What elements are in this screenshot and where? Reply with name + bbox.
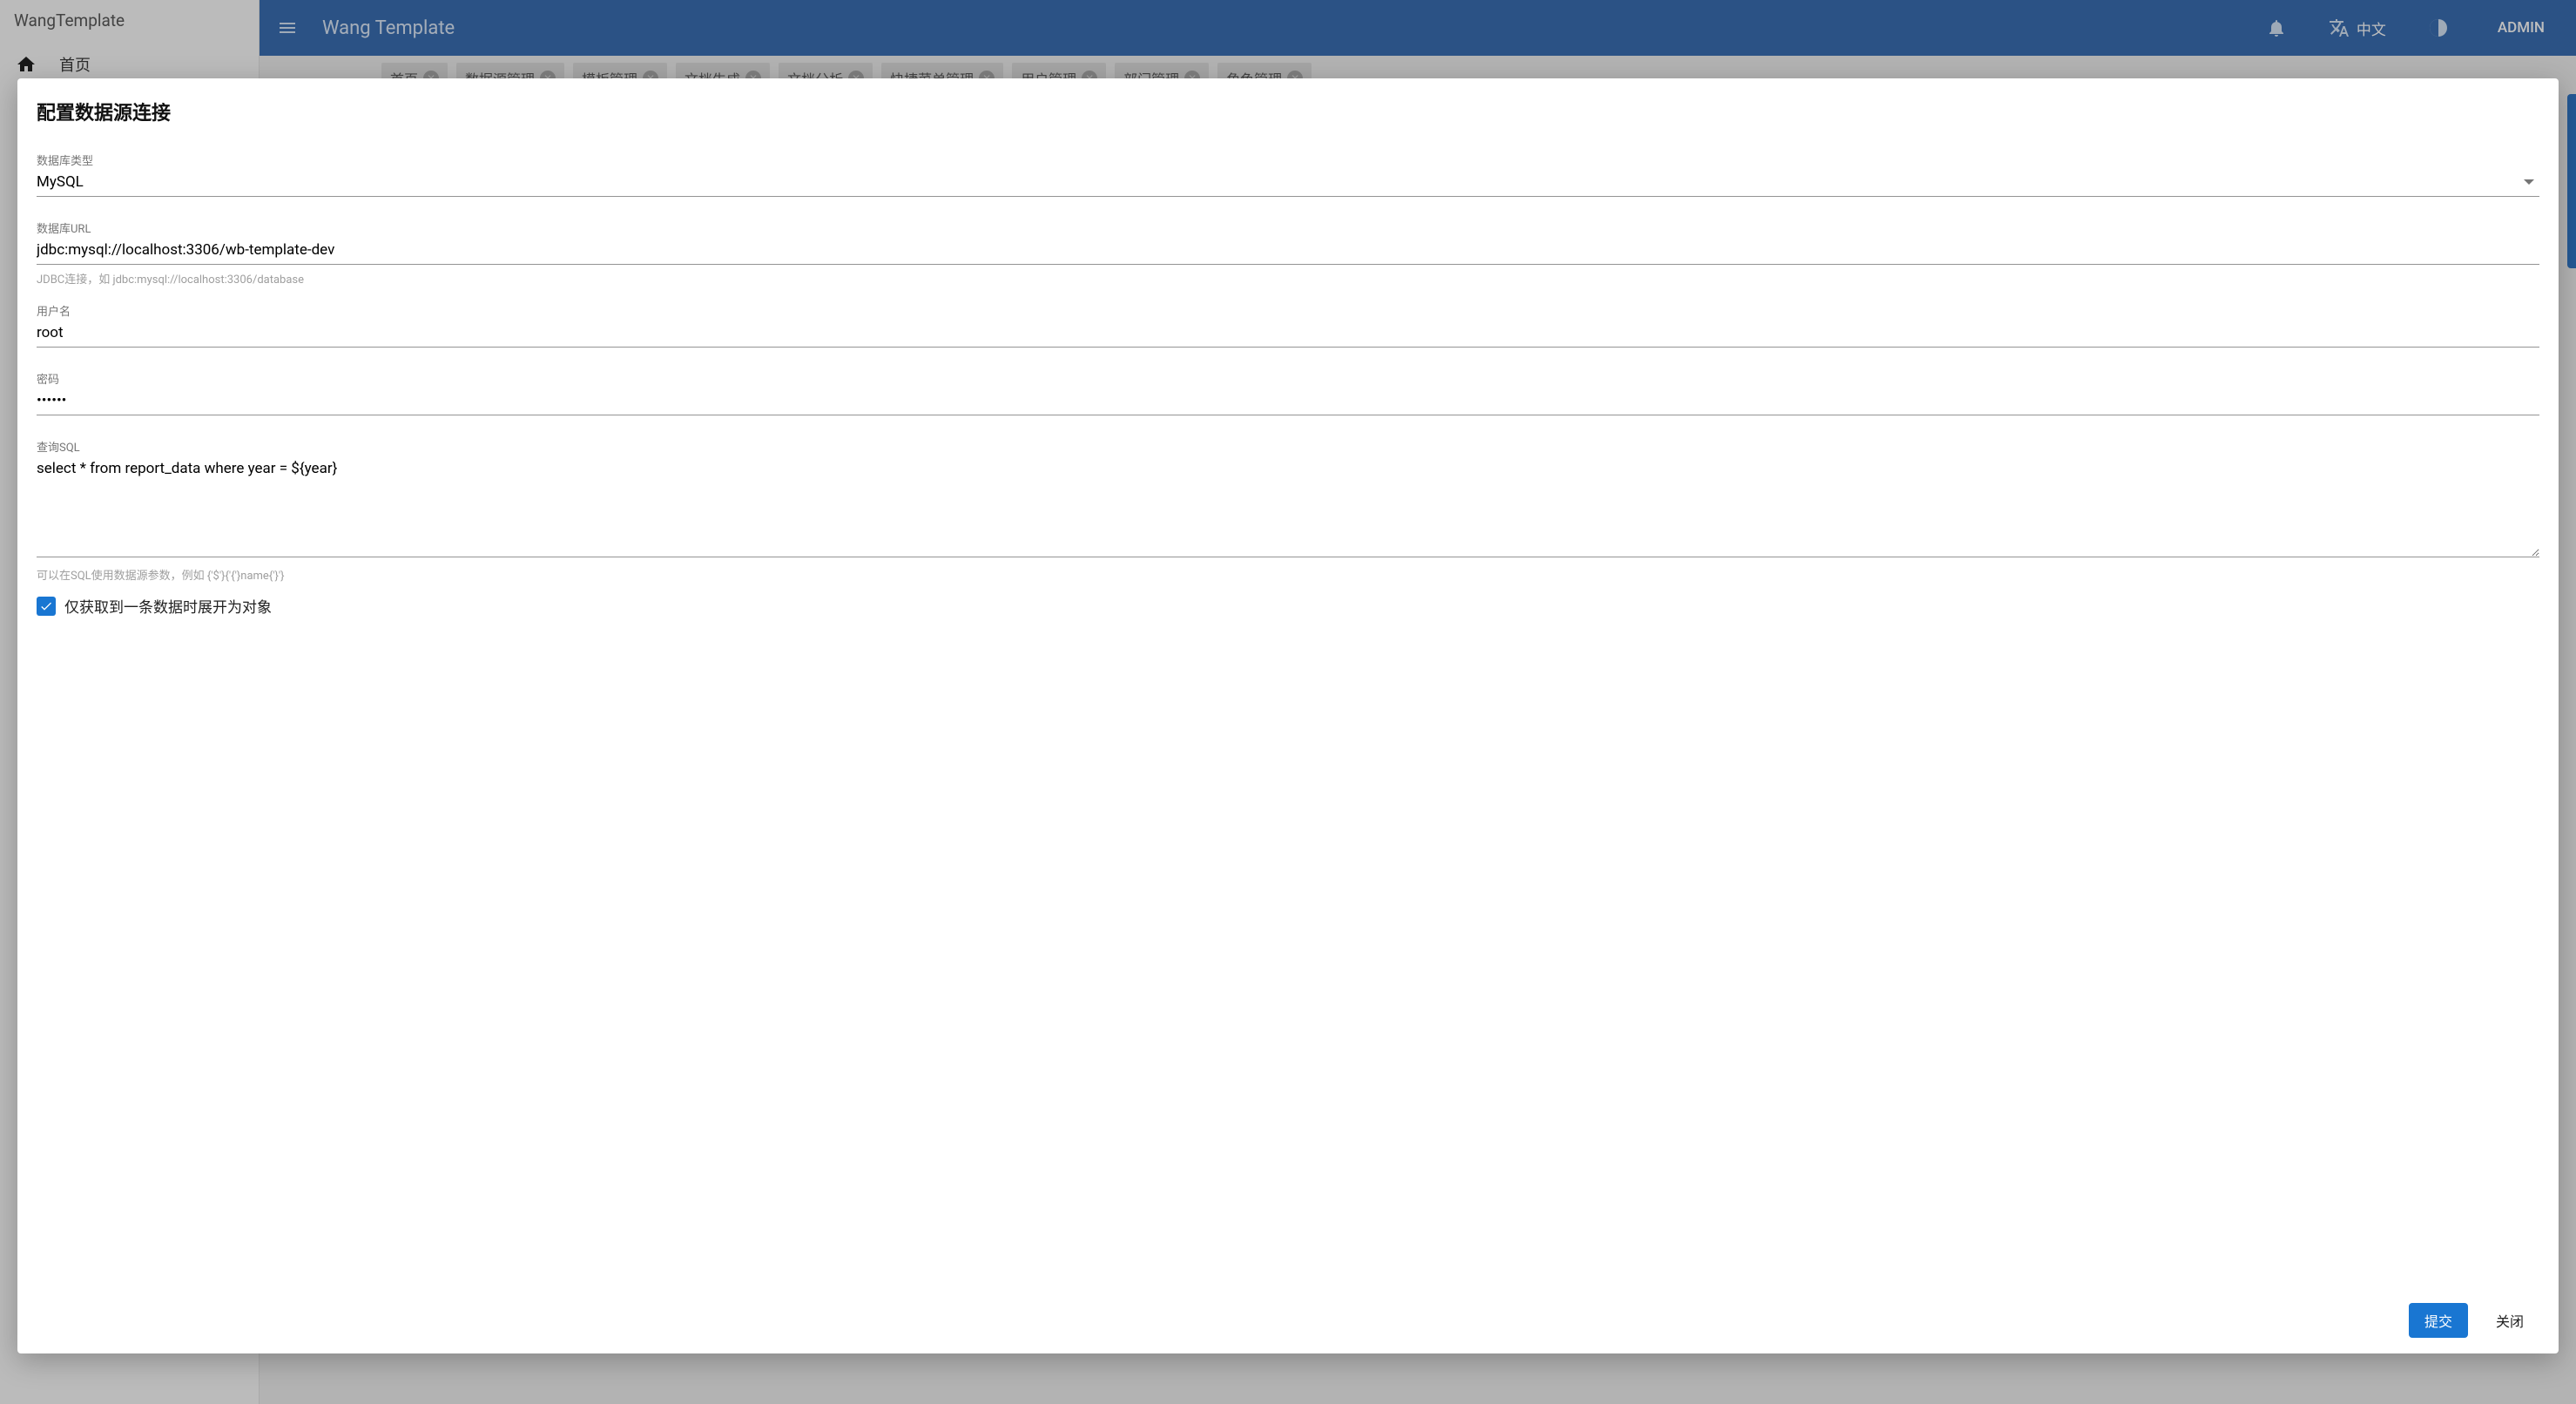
dialog-actions: 提交 关闭 bbox=[37, 1289, 2539, 1338]
sql-field: 查询SQL 可以在SQL使用数据源参数，例如 {'$'}{'{'}name{'}… bbox=[37, 438, 2539, 583]
close-button[interactable]: 关闭 bbox=[2480, 1303, 2539, 1338]
db-type-select[interactable] bbox=[37, 170, 2539, 197]
check-icon bbox=[39, 599, 53, 613]
datasource-config-dialog: 配置数据源连接 数据库类型 数据库URL JDBC连接，如 jdbc:mysql… bbox=[17, 78, 2559, 1353]
single-row-expand-checkbox-row: 仅获取到一条数据时展开为对象 bbox=[37, 595, 2539, 617]
dialog-title: 配置数据源连接 bbox=[37, 98, 2539, 125]
password-field: 密码 bbox=[37, 370, 2539, 415]
checkbox-label: 仅获取到一条数据时展开为对象 bbox=[64, 595, 272, 617]
submit-button[interactable]: 提交 bbox=[2409, 1303, 2468, 1338]
username-field: 用户名 bbox=[37, 302, 2539, 348]
field-helper: JDBC连接，如 jdbc:mysql://localhost:3306/dat… bbox=[37, 270, 2539, 287]
field-label: 查询SQL bbox=[37, 438, 2539, 455]
chevron-down-icon bbox=[2524, 179, 2534, 185]
db-type-field: 数据库类型 bbox=[37, 152, 2539, 197]
sql-textarea[interactable] bbox=[37, 456, 2539, 557]
db-url-field: 数据库URL JDBC连接，如 jdbc:mysql://localhost:3… bbox=[37, 219, 2539, 287]
db-url-input[interactable] bbox=[37, 238, 2539, 265]
single-row-expand-checkbox[interactable] bbox=[37, 597, 56, 616]
username-input[interactable] bbox=[37, 321, 2539, 348]
field-label: 数据库URL bbox=[37, 219, 2539, 236]
field-label: 用户名 bbox=[37, 302, 2539, 319]
field-label: 数据库类型 bbox=[37, 152, 2539, 168]
field-helper: 可以在SQL使用数据源参数，例如 {'$'}{'{'}name{'}'} bbox=[37, 566, 2539, 583]
password-input[interactable] bbox=[37, 388, 2539, 415]
field-label: 密码 bbox=[37, 370, 2539, 387]
